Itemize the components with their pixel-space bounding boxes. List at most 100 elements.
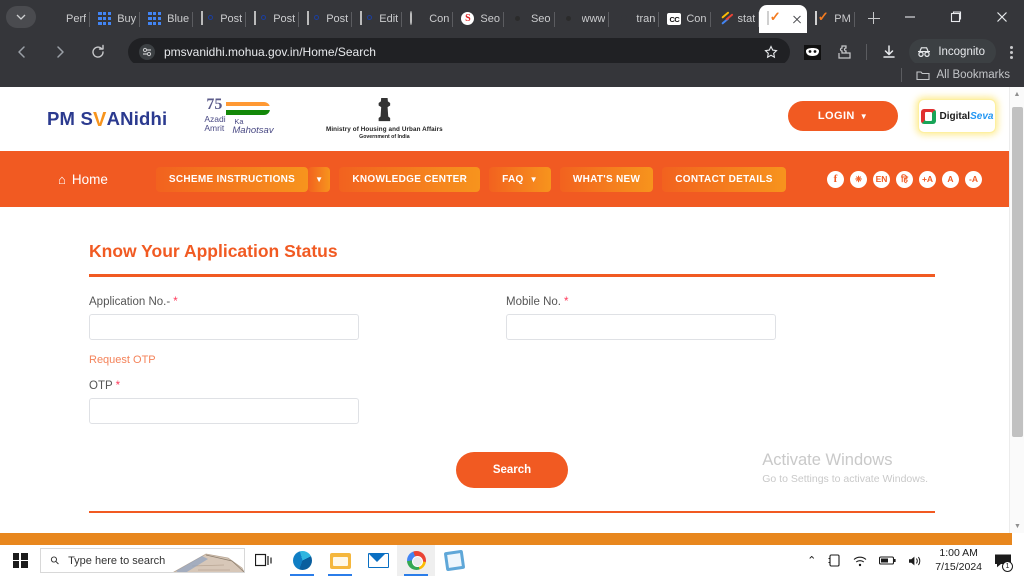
request-otp-link[interactable]: Request OTP (89, 354, 935, 366)
browser-tab[interactable]: stat (711, 5, 760, 33)
extensions-puzzle-icon[interactable] (831, 39, 857, 65)
form-row-1: Application No.- * Mobile No. * (89, 296, 935, 340)
museum-icon (47, 12, 61, 26)
wifi-icon[interactable] (853, 555, 867, 567)
scrollbar-thumb[interactable] (1012, 107, 1023, 437)
task-view-icon (255, 553, 272, 567)
increase-font-icon[interactable]: +A (919, 170, 936, 188)
tab-label: Perf (66, 13, 87, 25)
nav-item-scheme-instructions[interactable]: SCHEME INSTRUCTIONS (155, 166, 309, 192)
volume-icon[interactable] (908, 555, 923, 567)
site-settings-icon[interactable] (138, 43, 156, 61)
footer-gap (1012, 533, 1024, 545)
mobile-no-label-text: Mobile No. (506, 295, 561, 308)
ministry-line2: Government of India (359, 134, 410, 141)
browser-tab[interactable]: CC Con (659, 5, 711, 33)
browser-tab[interactable]: Post (246, 5, 300, 33)
page-footer-strip (0, 533, 1012, 545)
twitter-icon[interactable]: ❈ (850, 170, 867, 188)
required-asterisk: * (173, 295, 178, 308)
globe-icon (410, 11, 424, 26)
incognito-indicator[interactable]: Incognito (909, 39, 996, 65)
nav-item-label: SCHEME INSTRUCTIONS (168, 173, 296, 185)
bookmark-star-icon[interactable] (760, 41, 782, 63)
browser-tab[interactable]: Post (193, 5, 247, 33)
taskbar-search-box[interactable]: ⚲ Type here to search (40, 548, 245, 573)
browser-tab[interactable]: PM (807, 5, 855, 33)
pm-svanidhi-logo[interactable]: PM S V ANidhi (47, 108, 167, 131)
nav-item-faq[interactable]: FAQ ▼ (489, 166, 551, 192)
taskbar-app-notepad[interactable] (435, 545, 473, 576)
downloads-icon[interactable] (876, 39, 902, 65)
decrease-font-icon[interactable]: -A (965, 170, 982, 188)
close-tab-icon[interactable] (789, 11, 805, 27)
tab-search-button[interactable] (6, 6, 36, 28)
otp-input[interactable] (89, 397, 359, 424)
india-flag-icon (307, 11, 321, 26)
page-viewport: PM S V ANidhi 75 Azadi Amrit Ka Mahotsav M… (0, 87, 1024, 533)
browser-tab-active[interactable] (759, 5, 808, 33)
grid-icon (148, 12, 162, 26)
page-scrollbar[interactable]: ▲ ▼ (1009, 87, 1024, 533)
language-hindi-icon[interactable]: हि (896, 170, 913, 188)
mobile-no-label: Mobile No. * (506, 296, 776, 308)
browser-tab[interactable]: Blue (140, 5, 194, 33)
application-no-input[interactable] (89, 313, 359, 340)
taskbar-clock[interactable]: 1:00 AM 7/15/2024 (935, 547, 982, 573)
tab-strip: Perf Buy Blue Post Post Post Edit Con S Seo Seo www… (0, 0, 1024, 33)
system-tray: ⌃ 1:00 AM 7/15/2024 1 (801, 545, 1024, 576)
scroll-down-arrow-icon[interactable]: ▼ (1010, 519, 1024, 533)
browser-tab[interactable]: Con (402, 5, 454, 33)
nav-item-knowledge-center[interactable]: KNOWLEDGE CENTER (339, 166, 481, 192)
taskbar-app-edge[interactable] (283, 545, 321, 576)
mobile-no-input[interactable] (506, 313, 776, 340)
search-button[interactable]: Search (456, 451, 568, 488)
nav-item-what-s-new[interactable]: WHAT'S NEW (559, 166, 654, 192)
browser-tab[interactable]: Post (299, 5, 353, 33)
browser-tab[interactable]: Perf (39, 5, 91, 33)
action-center-button[interactable]: 1 (990, 545, 1016, 576)
extension-mask-icon[interactable] (799, 39, 825, 65)
scroll-up-arrow-icon[interactable]: ▲ (1010, 87, 1024, 101)
browser-tab[interactable]: www (555, 5, 610, 33)
tab-label: Edit (379, 13, 399, 25)
task-view-button[interactable] (245, 545, 283, 576)
start-button[interactable] (0, 545, 40, 576)
nav-item-contact-details[interactable]: CONTACT DETAILS (662, 166, 786, 192)
facebook-icon[interactable]: f (827, 170, 844, 188)
social-accessibility-bar: f ❈ EN हि +A A -A (821, 170, 982, 188)
address-bar[interactable]: pmsvanidhi.mohua.gov.in/Home/Search (128, 38, 791, 66)
minimize-button[interactable] (887, 0, 933, 33)
language-english-icon[interactable]: EN (873, 170, 890, 188)
browser-tab[interactable]: tran (609, 5, 660, 33)
browser-tab[interactable]: Seo (504, 5, 555, 33)
new-tab-button[interactable] (861, 5, 887, 31)
s-logo-icon: S (461, 12, 475, 26)
tab-label: Post (273, 13, 296, 25)
chart-icon (719, 11, 734, 26)
national-emblem-icon (378, 97, 391, 122)
logo-text-nidhi: ANidhi (106, 108, 168, 129)
taskbar-app-mail[interactable] (359, 545, 397, 576)
close-window-button[interactable] (979, 0, 1024, 33)
browser-tab[interactable]: S Seo (453, 5, 504, 33)
browser-menu-button[interactable] (998, 39, 1024, 65)
tray-device-icon[interactable] (828, 554, 841, 567)
all-bookmarks-button[interactable]: All Bookmarks (915, 69, 1010, 81)
browser-tab[interactable]: Edit (352, 5, 403, 33)
digital-seva-logo[interactable]: Digital Seva (918, 99, 996, 133)
tray-expand-icon[interactable]: ⌃ (807, 554, 816, 567)
battery-icon[interactable] (879, 555, 896, 566)
nav-item-home[interactable]: ⌂ Home (58, 172, 108, 187)
india-flag-icon (360, 11, 374, 26)
taskbar-app-file-explorer[interactable] (321, 545, 359, 576)
nav-item-dropdown-toggle[interactable]: ▼ (308, 166, 331, 192)
login-button[interactable]: LOGIN ▼ (788, 101, 898, 131)
browser-tab[interactable]: Buy (90, 5, 141, 33)
tab-label: Buy (117, 13, 137, 25)
login-label: LOGIN (817, 110, 855, 122)
azadi-flag-icon (226, 102, 271, 115)
taskbar-app-chrome[interactable] (397, 545, 435, 576)
normal-font-icon[interactable]: A (942, 170, 959, 188)
maximize-button[interactable] (933, 0, 979, 33)
